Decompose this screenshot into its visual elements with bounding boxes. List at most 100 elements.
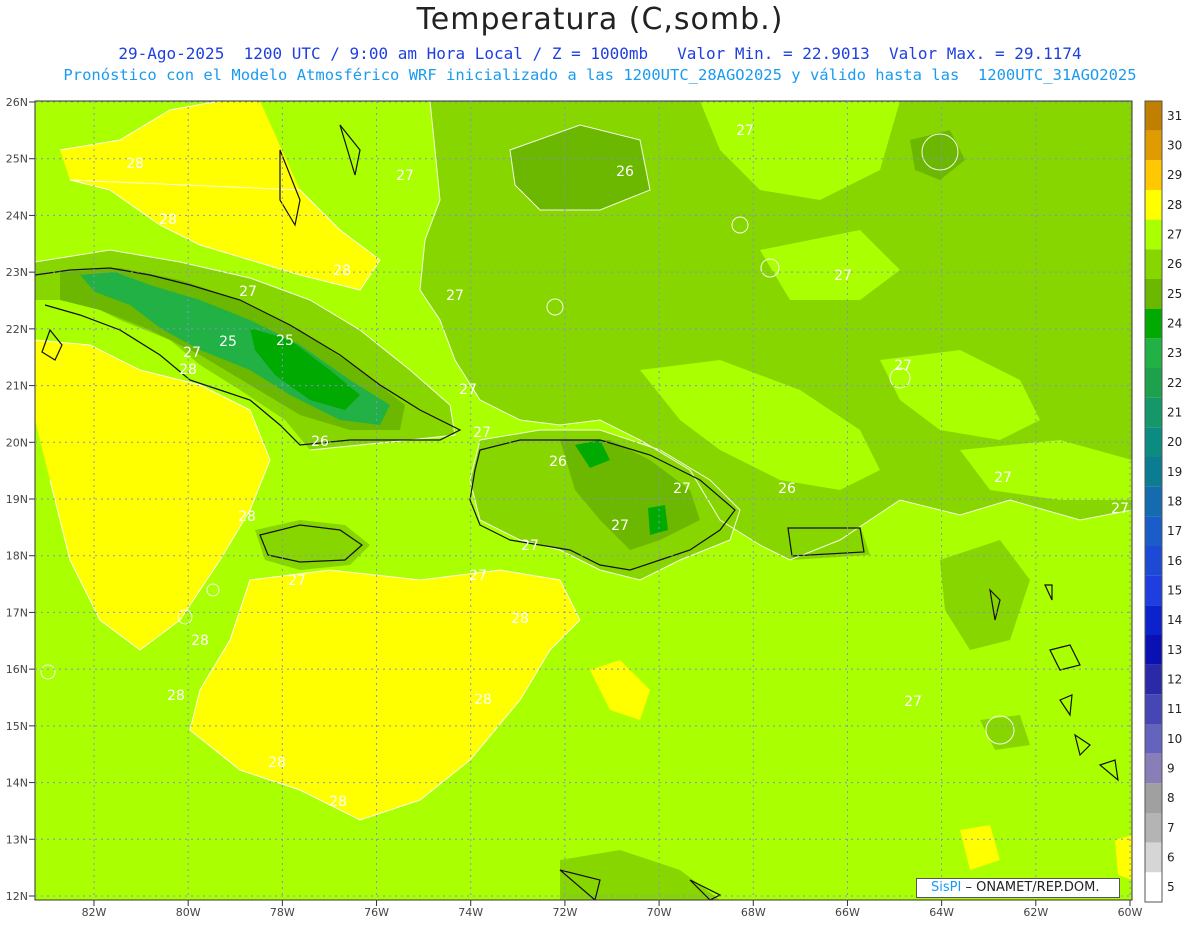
- colorbar-swatch: [1145, 308, 1162, 339]
- lat-label: 25N: [6, 153, 28, 166]
- contour-label: 28: [191, 633, 209, 649]
- colorbar-label: 23: [1167, 346, 1182, 360]
- lon-label: 60W: [1118, 906, 1143, 919]
- colorbar-label: 20: [1167, 435, 1182, 449]
- contour-label: 28: [474, 692, 492, 708]
- colorbar-swatch: [1145, 546, 1162, 576]
- colorbar-label: 10: [1167, 732, 1182, 746]
- lat-label: 22N: [6, 323, 28, 336]
- contour-label: 28: [333, 263, 351, 279]
- colorbar-swatch: [1145, 872, 1162, 902]
- colorbar-swatch: [1145, 724, 1162, 754]
- field-hispaniola-24: [648, 505, 668, 535]
- contour-label: 27: [994, 470, 1012, 486]
- colorbar-swatch: [1145, 338, 1162, 368]
- contour-label: 28: [511, 611, 529, 627]
- colorbar-label: 19: [1167, 465, 1182, 479]
- colorbar-swatch: [1145, 694, 1162, 724]
- colorbar-swatch: [1145, 783, 1162, 813]
- contour-label: 26: [778, 481, 796, 497]
- contour-label: 27: [611, 518, 629, 534]
- colorbar-swatch: [1145, 575, 1162, 606]
- lon-label: 76W: [364, 906, 389, 919]
- lat-label: 14N: [6, 777, 28, 790]
- lat-label: 24N: [6, 209, 28, 222]
- colorbar-swatch: [1145, 249, 1162, 279]
- lat-label: 26N: [6, 96, 28, 109]
- colorbar-swatch: [1145, 130, 1162, 161]
- contour-label: 27: [239, 284, 257, 300]
- colorbar-label: 31: [1167, 109, 1182, 123]
- colorbar-swatch: [1145, 397, 1162, 428]
- colorbar-swatch: [1145, 457, 1162, 487]
- contour-label: 27: [904, 694, 922, 710]
- lat-label: 21N: [6, 380, 28, 393]
- colorbar-swatch: [1145, 279, 1162, 309]
- contour-label: 27: [396, 168, 414, 184]
- colorbar-swatch: [1145, 368, 1162, 398]
- lat-label: 16N: [6, 663, 28, 676]
- lat-label: 15N: [6, 720, 28, 733]
- contour-label: 25: [219, 334, 237, 350]
- lon-label: 70W: [647, 906, 672, 919]
- colorbar-swatch: [1145, 427, 1162, 457]
- colorbar-label: 25: [1167, 287, 1182, 301]
- colorbar-label: 6: [1167, 851, 1175, 865]
- colorbar-swatch: [1145, 160, 1162, 190]
- colorbar-label: 8: [1167, 791, 1175, 805]
- colorbar-swatch: [1145, 101, 1162, 131]
- lon-label: 62W: [1023, 906, 1048, 919]
- colorbar-swatch: [1145, 753, 1162, 784]
- lon-label: 80W: [176, 906, 201, 919]
- field-pr-26: [785, 525, 870, 560]
- colorbar-label: 26: [1167, 257, 1182, 271]
- contour-label: 27: [183, 345, 201, 361]
- colorbar-swatch: [1145, 664, 1162, 695]
- lon-label: 64W: [929, 906, 954, 919]
- colorbar-label: 17: [1167, 524, 1182, 538]
- contour-label: 26: [616, 164, 634, 180]
- colorbar-swatch: [1145, 486, 1162, 517]
- colorbar-label: 14: [1167, 613, 1182, 627]
- contour-label: 25: [276, 333, 294, 349]
- contour-label: 27: [736, 123, 754, 139]
- lon-label: 66W: [835, 906, 860, 919]
- colorbar-label: 21: [1167, 406, 1182, 420]
- colorbar-swatch: [1145, 516, 1162, 546]
- colorbar: 31 30 29 28 27 26 25 24 23 22 21 20 19 18 17 16 15 14 13 12…: [1144, 100, 1182, 903]
- contour-label: 27: [473, 425, 491, 441]
- contour-label: 28: [126, 156, 144, 172]
- contour-label: 28: [268, 755, 286, 771]
- colorbar-label: 13: [1167, 643, 1182, 657]
- contour-label: 27: [288, 573, 306, 589]
- colorbar-label: 28: [1167, 198, 1182, 212]
- colorbar-swatch: [1145, 605, 1162, 635]
- lat-label: 12N: [6, 890, 28, 903]
- contour-label: 28: [159, 212, 177, 228]
- contour-label: 27: [446, 288, 464, 304]
- colorbar-swatch: [1145, 842, 1162, 873]
- colorbar-label: 30: [1167, 139, 1182, 153]
- contour-label: 28: [179, 362, 197, 378]
- colorbar-swatch: [1145, 190, 1162, 220]
- contour-label: 27: [894, 358, 912, 374]
- lon-label: 72W: [552, 906, 577, 919]
- lat-label: 23N: [6, 266, 28, 279]
- lat-label: 19N: [6, 493, 28, 506]
- colorbar-label: 16: [1167, 554, 1182, 568]
- lon-label: 74W: [458, 906, 483, 919]
- contour-label: 28: [238, 509, 256, 525]
- colorbar-swatch: [1145, 635, 1162, 665]
- lon-label: 82W: [82, 906, 107, 919]
- temperature-map: 2728 2627282725 25272827262728272627 262728…: [6, 96, 1183, 919]
- credit-org: – ONAMET/REP.DOM.: [965, 880, 1100, 895]
- colorbar-label: 24: [1167, 317, 1182, 331]
- colorbar-label: 5: [1167, 880, 1175, 894]
- contour-label: 26: [549, 454, 567, 470]
- contour-label: 27: [469, 568, 487, 584]
- lat-label: 13N: [6, 833, 28, 846]
- sispi-logo: SisPI: [931, 880, 962, 895]
- colorbar-label: 27: [1167, 228, 1182, 242]
- lon-label: 78W: [270, 906, 295, 919]
- lat-label: 17N: [6, 606, 28, 619]
